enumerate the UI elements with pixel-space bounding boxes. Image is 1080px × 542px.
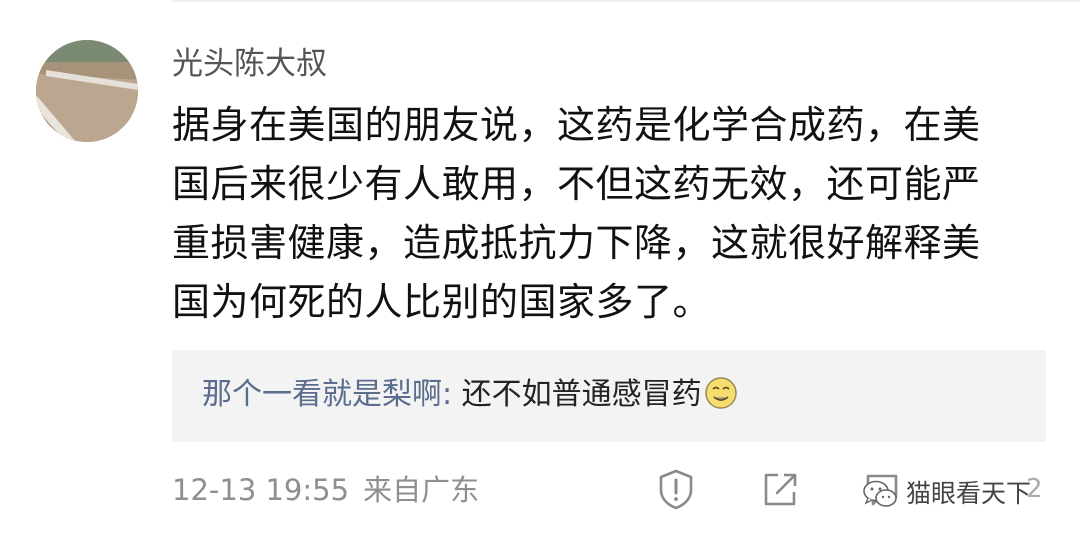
watermark-text: 猫眼看天下 xyxy=(906,479,1032,508)
avatar[interactable] xyxy=(36,40,138,142)
smirk-emoji-icon xyxy=(704,377,737,409)
report-icon[interactable] xyxy=(656,468,696,510)
comment-meta: 12-13 19:55 来自广东 xyxy=(172,470,479,510)
avatar-image xyxy=(36,40,138,142)
top-divider xyxy=(172,0,1080,2)
reply-box[interactable]: 那个一看就是梨啊: 还不如普通感冒药 xyxy=(172,350,1046,442)
comment-body: 据身在美国的朋友说，这药是化学合成药，在美 国后来很少有人敢用，不但这药无效，还… xyxy=(172,96,1052,332)
comment-line: 国为何死的人比别的国家多了。 xyxy=(172,280,712,324)
username[interactable]: 光头陈大叔 xyxy=(172,44,327,84)
reply-author[interactable]: 那个一看就是梨啊 xyxy=(202,377,442,412)
comment-line: 据身在美国的朋友说，这药是化学合成药，在美 xyxy=(172,103,981,147)
reply-text: 还不如普通感冒药 xyxy=(461,377,702,412)
reply-separator: : xyxy=(442,377,462,412)
share-icon[interactable] xyxy=(760,468,800,510)
comment-line: 国后来很少有人敢用，不但这药无效，还可能严 xyxy=(172,162,981,206)
wechat-icon xyxy=(863,480,897,507)
timestamp: 12-13 19:55 xyxy=(172,473,350,507)
comment-line: 重损害健康，造成抵抗力下降，这就很好解释美 xyxy=(172,221,981,265)
watermark: 猫眼看天下 xyxy=(862,474,1031,514)
reply-line: 那个一看就是梨啊: 还不如普通感冒药 xyxy=(202,375,738,415)
location-source: 来自广东 xyxy=(363,473,480,507)
